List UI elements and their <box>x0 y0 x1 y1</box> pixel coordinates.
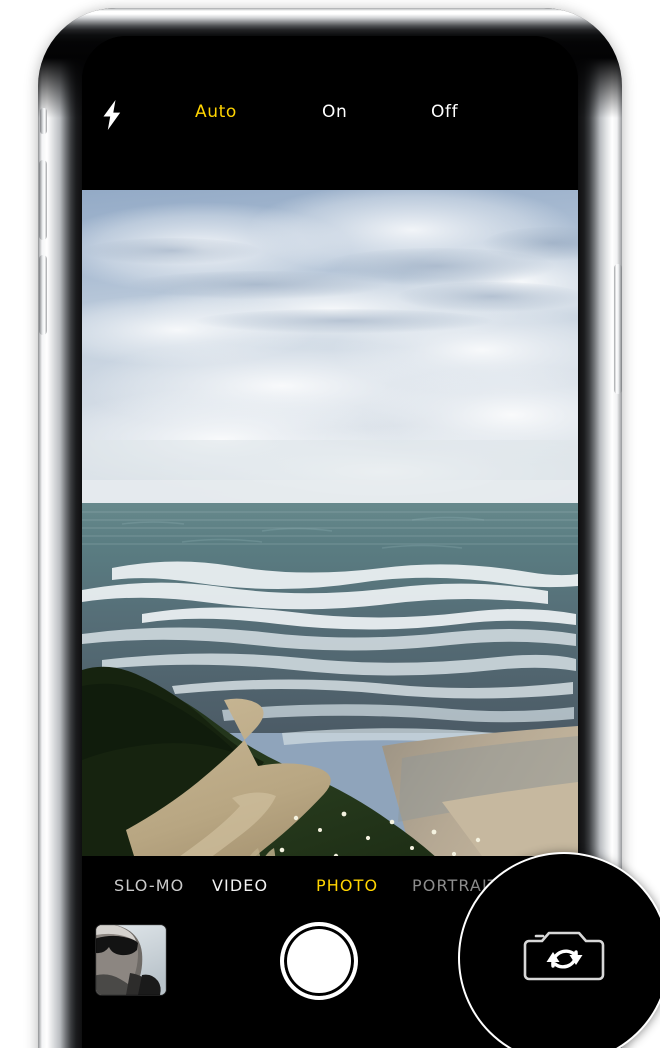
last-photo-thumbnail[interactable] <box>96 925 166 995</box>
mode-slo-mo[interactable]: SLO-MO <box>114 876 184 895</box>
flash-bolt-icon[interactable] <box>97 99 127 131</box>
flash-option-auto[interactable]: Auto <box>195 102 237 122</box>
camera-viewfinder[interactable] <box>82 190 578 856</box>
mode-video[interactable]: VIDEO <box>212 876 268 895</box>
ring-silent-switch[interactable] <box>40 108 47 134</box>
flash-option-on[interactable]: On <box>322 102 347 122</box>
side-power-button[interactable] <box>614 264 622 394</box>
shutter-button-inner <box>288 930 350 992</box>
camera-rotate-icon <box>520 914 608 1002</box>
volume-down-button[interactable] <box>39 255 47 335</box>
flash-settings-bar: Auto On Off <box>82 86 578 142</box>
shutter-button[interactable] <box>280 922 358 1000</box>
screenshot-root: Auto On Off SLO-MO VIDEO PHOTO PORTRAIT <box>0 0 660 1048</box>
flash-option-off[interactable]: Off <box>431 102 458 122</box>
volume-up-button[interactable] <box>39 160 47 240</box>
mode-photo[interactable]: PHOTO <box>316 876 378 895</box>
